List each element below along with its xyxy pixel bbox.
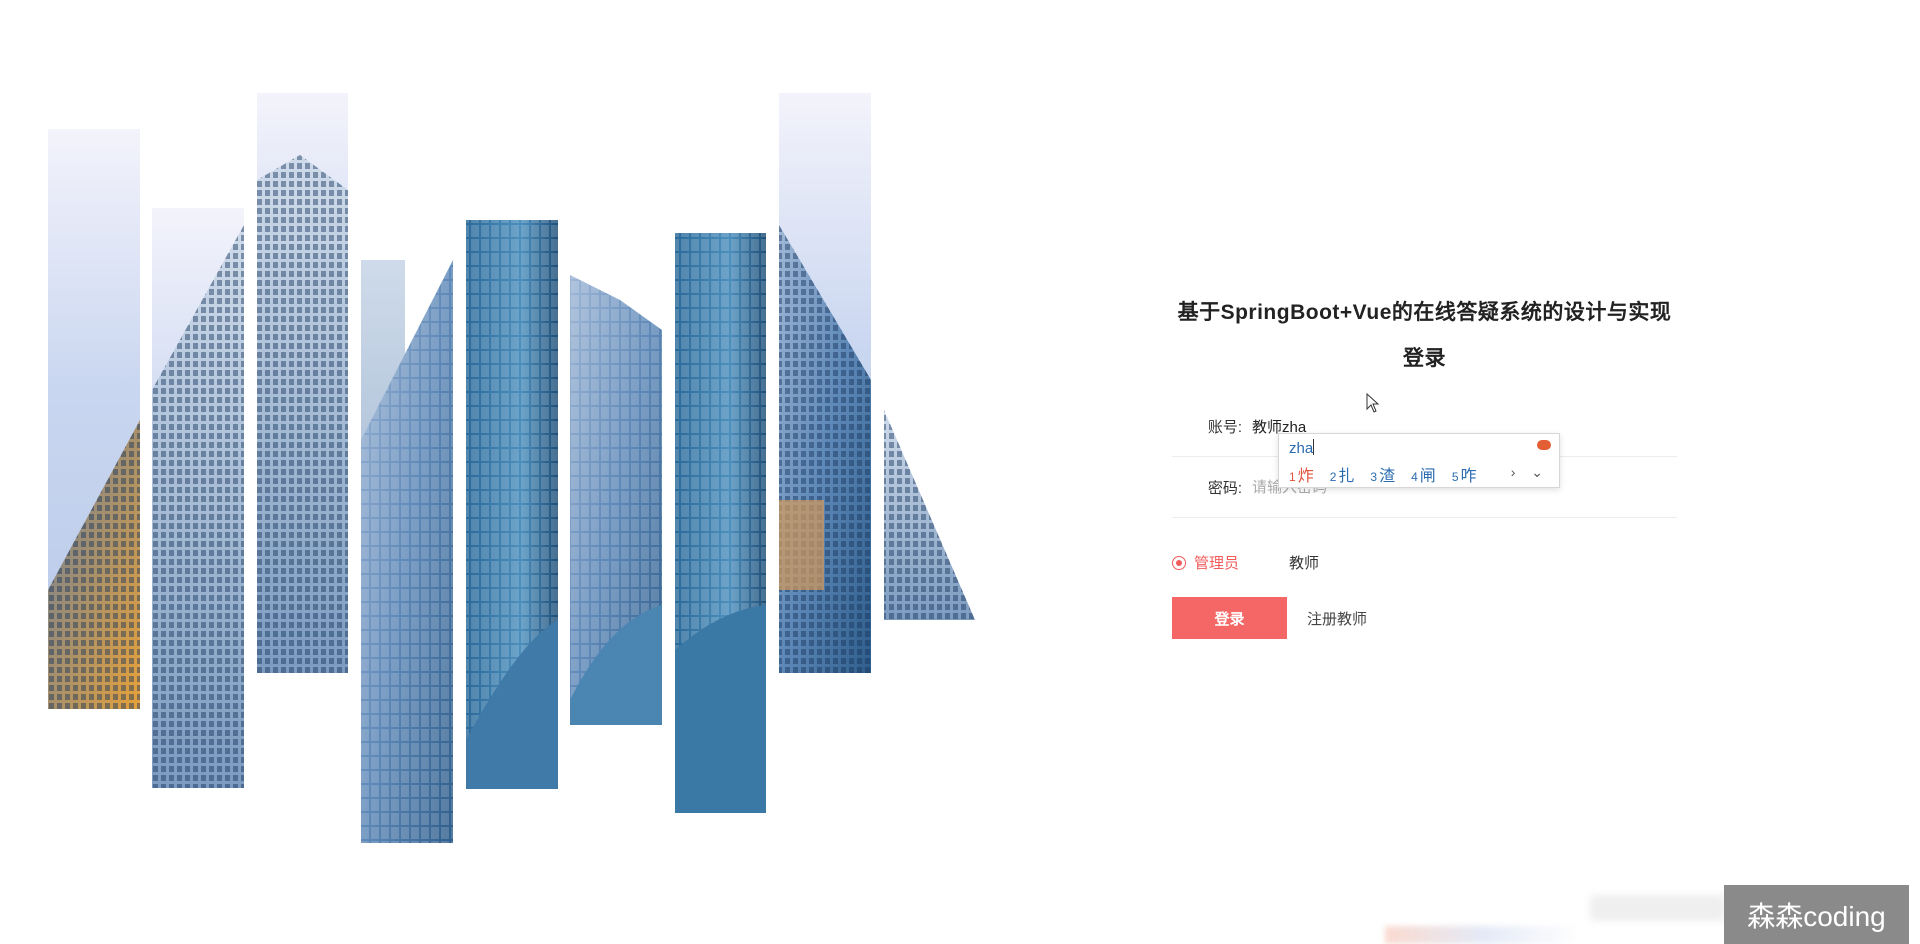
candidate-number: 5: [1451, 470, 1459, 484]
ime-candidate[interactable]: 2扎: [1330, 462, 1355, 486]
ime-page-nav-icon[interactable]: › ⌄: [1511, 464, 1549, 481]
form-actions: 登录 注册教师: [1172, 597, 1677, 639]
taskbar-blur-decoration: [1385, 926, 1580, 944]
radio-checked-icon: [1172, 555, 1186, 570]
ime-candidate[interactable]: 3渣: [1370, 462, 1395, 486]
radio-unchecked-icon: [1267, 555, 1282, 570]
hero-buildings-image: [0, 0, 1000, 860]
candidate-text: 炸: [1297, 468, 1314, 485]
ime-logo-icon: [1537, 440, 1551, 450]
role-admin-radio[interactable]: 管理员: [1172, 552, 1239, 573]
role-admin-label: 管理员: [1194, 555, 1240, 572]
role-teacher-radio[interactable]: 教师: [1267, 552, 1319, 573]
candidate-text: 渣: [1379, 468, 1396, 485]
candidate-number: 2: [1329, 470, 1337, 484]
account-label: 账号:: [1207, 418, 1242, 436]
login-button[interactable]: 登录: [1172, 597, 1287, 639]
candidate-number: 3: [1370, 470, 1378, 484]
ime-candidate[interactable]: 1炸: [1289, 462, 1314, 486]
ime-candidate[interactable]: 5咋: [1452, 462, 1477, 486]
candidate-number: 4: [1411, 470, 1418, 484]
ime-candidate[interactable]: 4闸: [1411, 462, 1436, 486]
password-label: 密码:: [1207, 479, 1242, 497]
role-teacher-label: 教师: [1289, 555, 1320, 572]
candidate-text: 闸: [1419, 468, 1436, 485]
ime-candidate-popup: zha 1炸 2扎 3渣 4闸 5咋 › ⌄: [1278, 433, 1560, 488]
watermark: 森森coding: [1724, 885, 1909, 944]
candidate-text: 扎: [1338, 468, 1355, 485]
page-title: 基于SpringBoot+Vue的在线答疑系统的设计与实现登录: [1177, 301, 1672, 370]
blur-decoration: [1590, 895, 1725, 921]
text-caret: [1313, 439, 1315, 455]
role-radio-group: 管理员 教师: [1172, 552, 1677, 573]
ime-composition: zha: [1289, 439, 1315, 457]
login-page: 基于SpringBoot+Vue的在线答疑系统的设计与实现登录 账号: 密码: …: [0, 0, 1920, 944]
candidate-text: 咋: [1460, 468, 1477, 485]
candidate-number: 1: [1289, 470, 1296, 484]
ime-candidate-list: 1炸 2扎 3渣 4闸 5咋: [1289, 462, 1477, 486]
ime-composition-text: zha: [1289, 440, 1314, 457]
register-teacher-link[interactable]: 注册教师: [1307, 608, 1367, 629]
mouse-cursor-icon: [1366, 393, 1380, 413]
